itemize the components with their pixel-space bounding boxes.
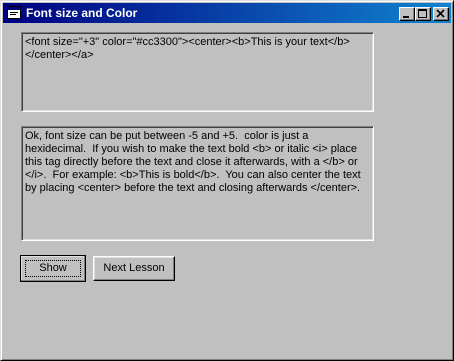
next-lesson-button-label: Next Lesson — [103, 262, 165, 274]
close-icon[interactable] — [433, 7, 449, 21]
show-button[interactable]: Show — [20, 255, 86, 282]
next-lesson-button[interactable]: Next Lesson — [93, 256, 175, 281]
window-title: Font size and Color — [26, 6, 138, 20]
minimize-icon[interactable] — [399, 7, 415, 21]
title-bar[interactable]: Font size and Color — [3, 3, 451, 23]
maximize-icon[interactable] — [415, 7, 431, 21]
main-window: Font size and Color <font size="+3" colo… — [0, 0, 454, 361]
show-button-label: Show — [39, 262, 67, 274]
app-window-icon[interactable] — [7, 6, 21, 19]
description-textbox[interactable]: Ok, font size can be put between -5 and … — [21, 126, 374, 241]
code-textbox[interactable]: <font size="+3" color="#cc3300"><center>… — [21, 32, 374, 112]
